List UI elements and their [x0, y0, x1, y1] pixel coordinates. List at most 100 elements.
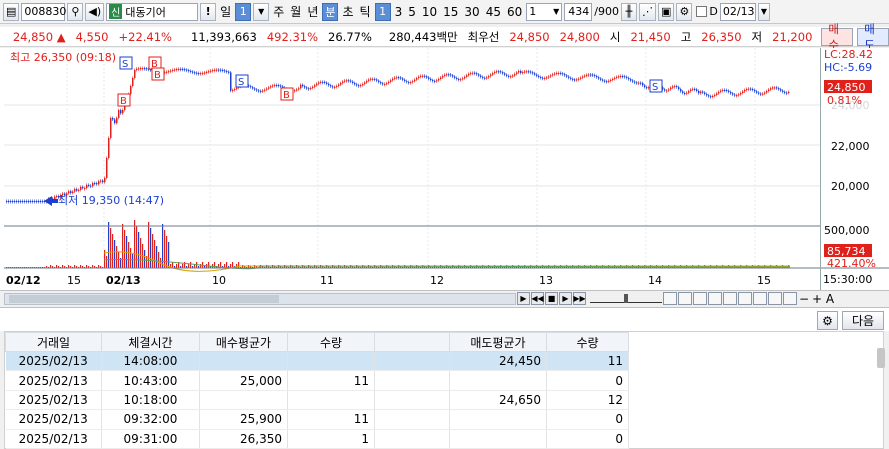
period-year[interactable]: 년 [305, 3, 320, 20]
scroll-last-button[interactable]: ▶▶ [573, 292, 586, 305]
candle-body [688, 91, 690, 93]
interval-5[interactable]: 5 [406, 5, 418, 19]
candle-body [68, 191, 70, 194]
cross-icon[interactable] [723, 292, 737, 305]
table-row[interactable]: 2025/02/13 10:43:00 25,000 11 0 [5, 370, 629, 391]
stock-code-input[interactable]: 008830▼ [21, 2, 75, 21]
chevron-down-icon: ▼ [553, 7, 560, 16]
table-row[interactable]: 2025/02/13 14:08:00 24,450 11 [5, 351, 629, 372]
interval-dropdown[interactable]: 1 ▼ [526, 2, 563, 21]
volume-bar [164, 230, 166, 268]
candle-body [118, 110, 120, 118]
scroll-right-button[interactable]: ▶ [517, 292, 530, 305]
table-row[interactable]: 2025/02/13 09:31:00 26,350 1 0 [5, 429, 629, 449]
cell-buy-qty: 11 [287, 370, 375, 391]
col-sell-qty[interactable]: 수량 [546, 332, 629, 352]
interval-15[interactable]: 15 [441, 5, 460, 19]
period-dropdown-chevron[interactable]: ▼ [253, 2, 270, 21]
table-scrollbar-thumb[interactable] [877, 348, 885, 368]
stop-button[interactable]: ■ [545, 292, 558, 305]
candle-body [134, 70, 136, 78]
save-button[interactable]: ▣ [657, 2, 675, 21]
stock-name-field[interactable]: 신 대동기어 [106, 2, 199, 21]
sound-button[interactable]: ◀) [85, 2, 105, 21]
link-icon[interactable] [783, 292, 797, 305]
col-trade-date[interactable]: 거래일 [5, 332, 102, 352]
interval-1[interactable]: 1 [374, 2, 391, 21]
interval-45[interactable]: 45 [484, 5, 503, 19]
cell-buy-avg [199, 390, 288, 411]
buy-button[interactable]: 매수 [821, 22, 854, 52]
candle-body [34, 201, 36, 202]
camera-icon[interactable] [768, 292, 782, 305]
interval-60[interactable]: 60 [505, 5, 524, 19]
candle-body [12, 201, 14, 202]
play-button[interactable]: ▶ [559, 292, 572, 305]
table-row[interactable]: 2025/02/13 10:18:00 24,650 12 [5, 390, 629, 411]
candle-body [608, 80, 610, 82]
period-week[interactable]: 주 [271, 3, 286, 20]
search-button[interactable]: ⚲ [67, 2, 84, 21]
period-month[interactable]: 월 [288, 3, 303, 20]
candle-body [312, 86, 314, 88]
candle-body [484, 77, 486, 79]
interval-10[interactable]: 10 [420, 5, 439, 19]
scroll-first-button[interactable]: ◀◀ [531, 292, 544, 305]
period-tick[interactable]: 틱 [358, 3, 373, 20]
date-checkbox[interactable] [696, 6, 708, 17]
candle-body [532, 72, 534, 74]
col-buy-qty[interactable]: 수량 [287, 332, 375, 352]
date-input[interactable]: 02/13 [719, 2, 756, 21]
col-buy-avg[interactable]: 매수평균가 [199, 332, 288, 352]
col-sell-avg[interactable]: 매도평균가 [449, 332, 547, 352]
zoom-slider-handle[interactable] [624, 294, 628, 303]
period-minute[interactable]: 분 [322, 2, 339, 21]
date-dropdown[interactable]: ▼ [757, 2, 771, 21]
sell-button[interactable]: 매도 [857, 22, 889, 52]
candle-body [690, 89, 692, 92]
candle-body [726, 89, 728, 91]
period-day[interactable]: 일 [218, 3, 233, 20]
candle-body [732, 93, 734, 95]
interval-30[interactable]: 30 [462, 5, 481, 19]
plus-icon[interactable]: + [811, 292, 823, 306]
minus-icon[interactable]: − [798, 292, 810, 306]
price-axis[interactable]: LC:28.42 HC:-5.69 24,850 0.81% 22,000 20… [820, 48, 889, 290]
next-button[interactable]: 다음 [842, 311, 884, 330]
settings-button[interactable]: ⚙ [676, 2, 693, 21]
volume-bar [136, 226, 138, 268]
split-icon[interactable] [678, 292, 692, 305]
period-number-select[interactable]: 1 [235, 2, 252, 21]
grid-icon[interactable] [693, 292, 707, 305]
trade-list-settings-button[interactable]: ⚙ [817, 311, 838, 330]
candle-body [92, 183, 94, 187]
zoom-slider[interactable] [590, 294, 662, 303]
price-axis-canvas: LC:28.42 HC:-5.69 24,850 0.81% 22,000 20… [821, 48, 889, 286]
low-price: 21,200 [772, 29, 813, 44]
candle-body [642, 83, 644, 86]
chart-scrollbar[interactable] [4, 292, 516, 305]
hc-label: HC:-5.69 [824, 61, 872, 74]
price-chart[interactable]: 최고 26,350 (09:18) 최저 19,350 (14:47) S B … [0, 48, 889, 290]
window-menu-icon[interactable]: ▤ [3, 2, 20, 21]
candle-icon[interactable] [738, 292, 752, 305]
count-input[interactable]: 434 [564, 2, 593, 21]
interval-3[interactable]: 3 [393, 5, 405, 19]
candle-body [694, 88, 696, 90]
scrollbar-thumb[interactable] [9, 294, 279, 303]
col-blank[interactable] [374, 332, 450, 352]
col-exec-time[interactable]: 체결시간 [101, 332, 200, 352]
bar-icon[interactable] [753, 292, 767, 305]
tile-icon[interactable] [708, 292, 722, 305]
x-axis-label: 02/12 [6, 274, 41, 287]
volume-bar [226, 262, 228, 268]
volume-bar [148, 222, 150, 268]
indicator-button[interactable]: ⋰ [638, 2, 656, 21]
candle-type-button[interactable]: ╫ [620, 2, 637, 21]
alert-button[interactable]: ! [200, 2, 217, 21]
font-size-icon[interactable]: A [824, 292, 836, 306]
layout-icon[interactable] [663, 292, 677, 305]
candle-body [778, 88, 780, 90]
period-second[interactable]: 초 [340, 3, 355, 20]
table-row[interactable]: 2025/02/13 09:32:00 25,900 11 0 [5, 409, 629, 430]
